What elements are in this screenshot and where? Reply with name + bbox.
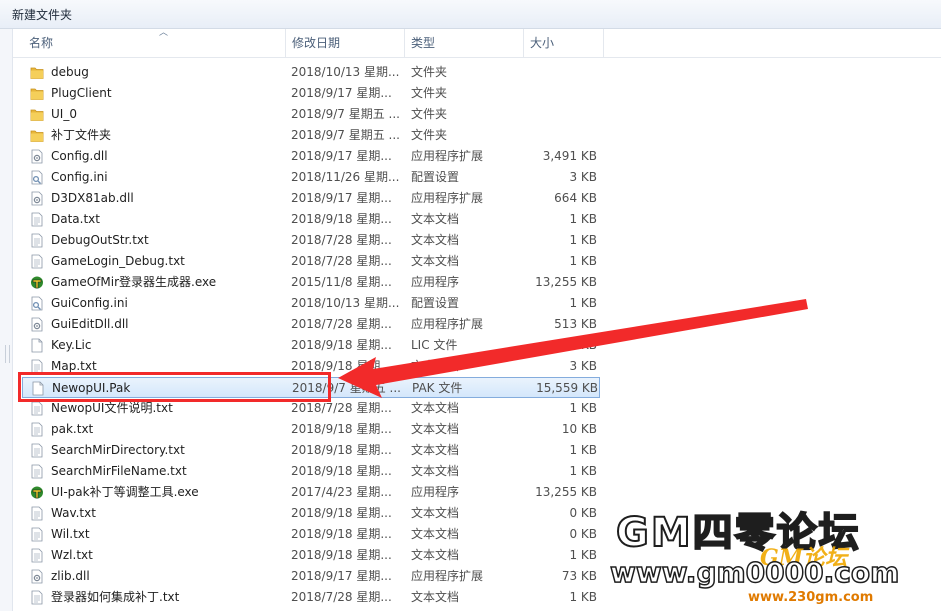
arrow-icon bbox=[338, 299, 808, 398]
watermark-url: www.gm0000.com bbox=[609, 555, 900, 590]
watermark-site: www.230gm.com bbox=[748, 590, 874, 605]
